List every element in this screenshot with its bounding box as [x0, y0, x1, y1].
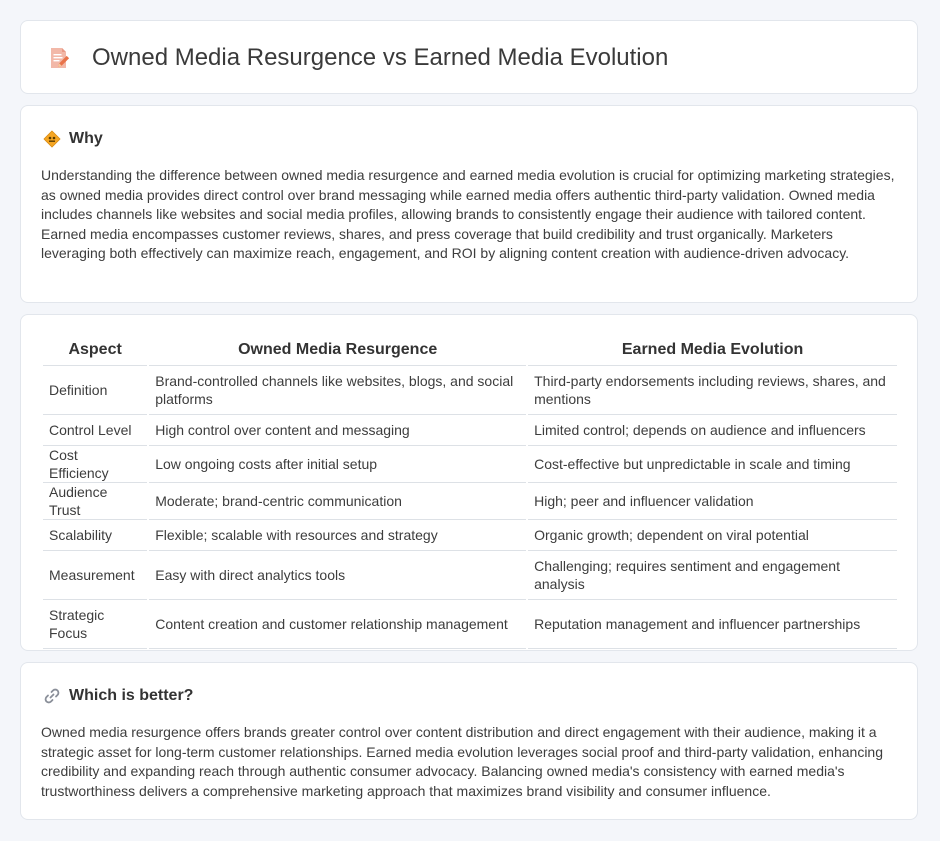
- row-owned: Flexible; scalable with resources and st…: [149, 520, 527, 551]
- better-paragraph: Owned media resurgence offers brands gre…: [41, 724, 884, 799]
- row-owned: High control over content and messaging: [149, 415, 527, 446]
- row-aspect: Definition: [43, 366, 148, 415]
- which-is-better-section: Which is better? Owned media resurgence …: [20, 662, 918, 820]
- table-row: Strategic Focus Content creation and cus…: [43, 600, 897, 649]
- row-earned: Third-party endorsements including revie…: [528, 366, 897, 415]
- table-row: Measurement Easy with direct analytics t…: [43, 551, 897, 600]
- comparison-table: Aspect Owned Media Resurgence Earned Med…: [41, 335, 899, 649]
- header-earned-media: Earned Media Evolution: [528, 335, 897, 366]
- row-earned: Organic growth; dependent on viral poten…: [528, 520, 897, 551]
- row-owned: Content creation and customer relationsh…: [149, 600, 527, 649]
- header-aspect: Aspect: [43, 335, 148, 366]
- row-aspect: Control Level: [43, 415, 148, 446]
- table-row: Scalability Flexible; scalable with reso…: [43, 520, 897, 551]
- row-earned: Reputation management and influencer par…: [528, 600, 897, 649]
- table-row: Audience Trust Moderate; brand-centric c…: [43, 483, 897, 520]
- header-owned-media: Owned Media Resurgence: [149, 335, 527, 366]
- why-heading: Why: [43, 128, 103, 150]
- why-paragraph: Understanding the difference between own…: [41, 167, 895, 261]
- table-row: Cost Efficiency Low ongoing costs after …: [43, 446, 897, 483]
- row-aspect: Scalability: [43, 520, 148, 551]
- document-pencil-icon: [47, 46, 71, 70]
- better-title: Which is better?: [69, 687, 194, 704]
- row-earned: High; peer and influencer validation: [528, 483, 897, 520]
- row-owned: Moderate; brand-centric communication: [149, 483, 527, 520]
- comparison-section: Aspect Owned Media Resurgence Earned Med…: [20, 314, 918, 651]
- row-aspect: Audience Trust: [43, 483, 148, 520]
- row-aspect: Cost Efficiency: [43, 446, 148, 483]
- better-heading: Which is better?: [43, 685, 193, 707]
- page-title: Owned Media Resurgence vs Earned Media E…: [92, 44, 669, 71]
- row-owned: Low ongoing costs after initial setup: [149, 446, 527, 483]
- row-aspect: Strategic Focus: [43, 600, 148, 649]
- diamond-sign-icon: [43, 130, 61, 148]
- header-card: Owned Media Resurgence vs Earned Media E…: [20, 20, 918, 94]
- table-row: Definition Brand-controlled channels lik…: [43, 366, 897, 415]
- row-earned: Challenging; requires sentiment and enga…: [528, 551, 897, 600]
- row-owned: Brand-controlled channels like websites,…: [149, 366, 527, 415]
- row-earned: Limited control; depends on audience and…: [528, 415, 897, 446]
- row-earned: Cost-effective but unpredictable in scal…: [528, 446, 897, 483]
- why-title: Why: [69, 130, 103, 147]
- link-icon: [43, 687, 61, 705]
- row-owned: Easy with direct analytics tools: [149, 551, 527, 600]
- why-section: Why Understanding the difference between…: [20, 105, 918, 303]
- table-header-row: Aspect Owned Media Resurgence Earned Med…: [43, 335, 897, 366]
- table-row: Control Level High control over content …: [43, 415, 897, 446]
- row-aspect: Measurement: [43, 551, 148, 600]
